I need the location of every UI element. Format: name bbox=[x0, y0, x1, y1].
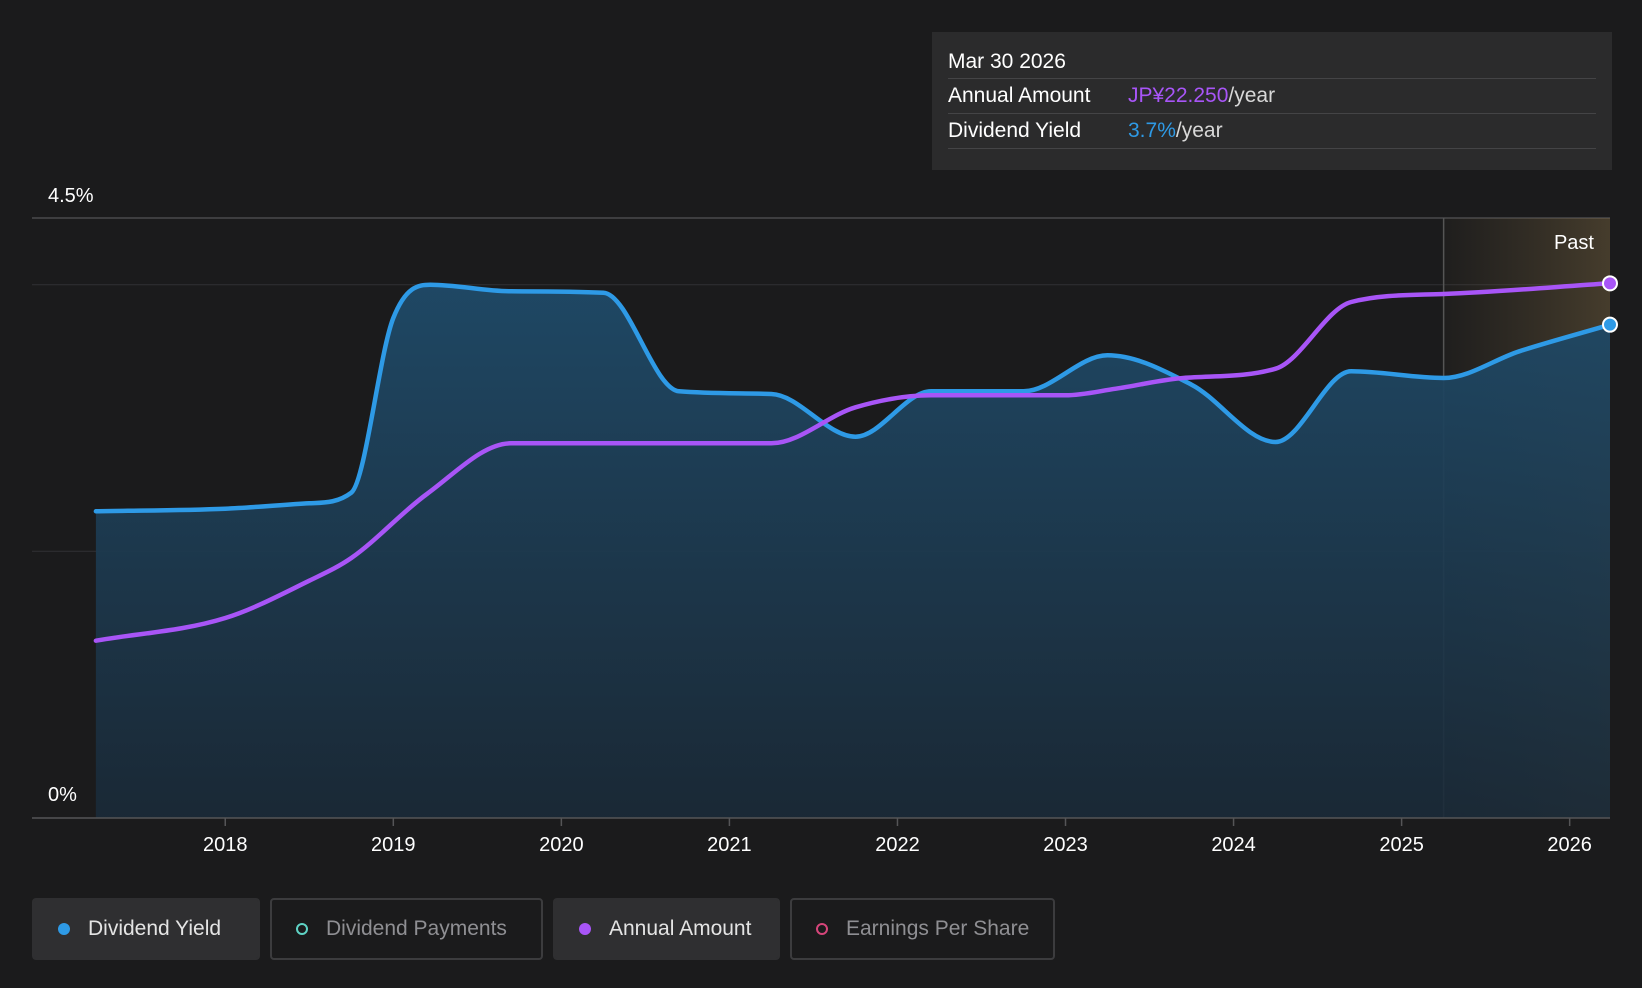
tooltip-label: Dividend Yield bbox=[948, 119, 1082, 142]
past-label: Past bbox=[1554, 232, 1594, 254]
legend-ring-icon bbox=[816, 923, 828, 935]
y-tick-label-bottom: 0% bbox=[48, 784, 77, 806]
tooltip-row-dividend-yield: Dividend Yield 3.7% /year bbox=[948, 114, 1596, 149]
tooltip-label: Annual Amount bbox=[948, 84, 1091, 107]
tooltip-value: JP¥22.250 bbox=[1128, 84, 1229, 107]
tooltip-row-annual-amount: Annual Amount JP¥22.250 /year bbox=[948, 79, 1596, 114]
tooltip-unit: /year bbox=[1175, 119, 1223, 142]
legend-dividend-yield-button[interactable]: Dividend Yield bbox=[32, 898, 260, 960]
dividend-yield-area bbox=[95, 284, 1611, 818]
x-tick-label: 2025 bbox=[1379, 834, 1424, 856]
legend-label: Dividend Payments bbox=[326, 917, 507, 940]
legend-annual-amount-button[interactable]: Annual Amount bbox=[553, 898, 780, 960]
legend-label: Dividend Yield bbox=[88, 917, 222, 940]
dividend-yield-end-marker bbox=[1602, 316, 1618, 333]
legend: Dividend Yield Dividend Payments Annual … bbox=[32, 898, 1055, 960]
x-tick-label: 2023 bbox=[1043, 834, 1088, 856]
legend-label: Annual Amount bbox=[609, 917, 752, 940]
x-tick-label: 2018 bbox=[203, 834, 248, 856]
y-tick-label-top: 4.5% bbox=[48, 185, 94, 207]
tooltip-panel: Mar 30 2026 Annual Amount JP¥22.250 /yea… bbox=[932, 32, 1612, 170]
tooltip-unit: /year bbox=[1228, 84, 1276, 107]
legend-dot-icon bbox=[579, 923, 591, 935]
x-tick-label: 2021 bbox=[707, 834, 752, 856]
annual-amount-end-marker bbox=[1602, 275, 1618, 292]
legend-label: Earnings Per Share bbox=[846, 917, 1030, 940]
x-tick-label: 2024 bbox=[1211, 834, 1256, 856]
tooltip-value: 3.7% bbox=[1128, 119, 1176, 142]
legend-ring-icon bbox=[296, 923, 308, 935]
x-tick-label: 2020 bbox=[539, 834, 584, 856]
x-tick-label: 2022 bbox=[875, 834, 920, 856]
legend-dot-icon bbox=[58, 923, 70, 935]
tooltip-date: Mar 30 2026 bbox=[948, 46, 1596, 79]
legend-dividend-payments-button[interactable]: Dividend Payments bbox=[270, 898, 543, 960]
x-tick-label: 2019 bbox=[371, 834, 416, 856]
x-axis: 2018 2019 2020 2021 2022 2023 2024 2025 2026 bbox=[32, 817, 1610, 856]
x-tick-label: 2026 bbox=[1547, 834, 1592, 856]
legend-earnings-per-share-button[interactable]: Earnings Per Share bbox=[790, 898, 1055, 960]
